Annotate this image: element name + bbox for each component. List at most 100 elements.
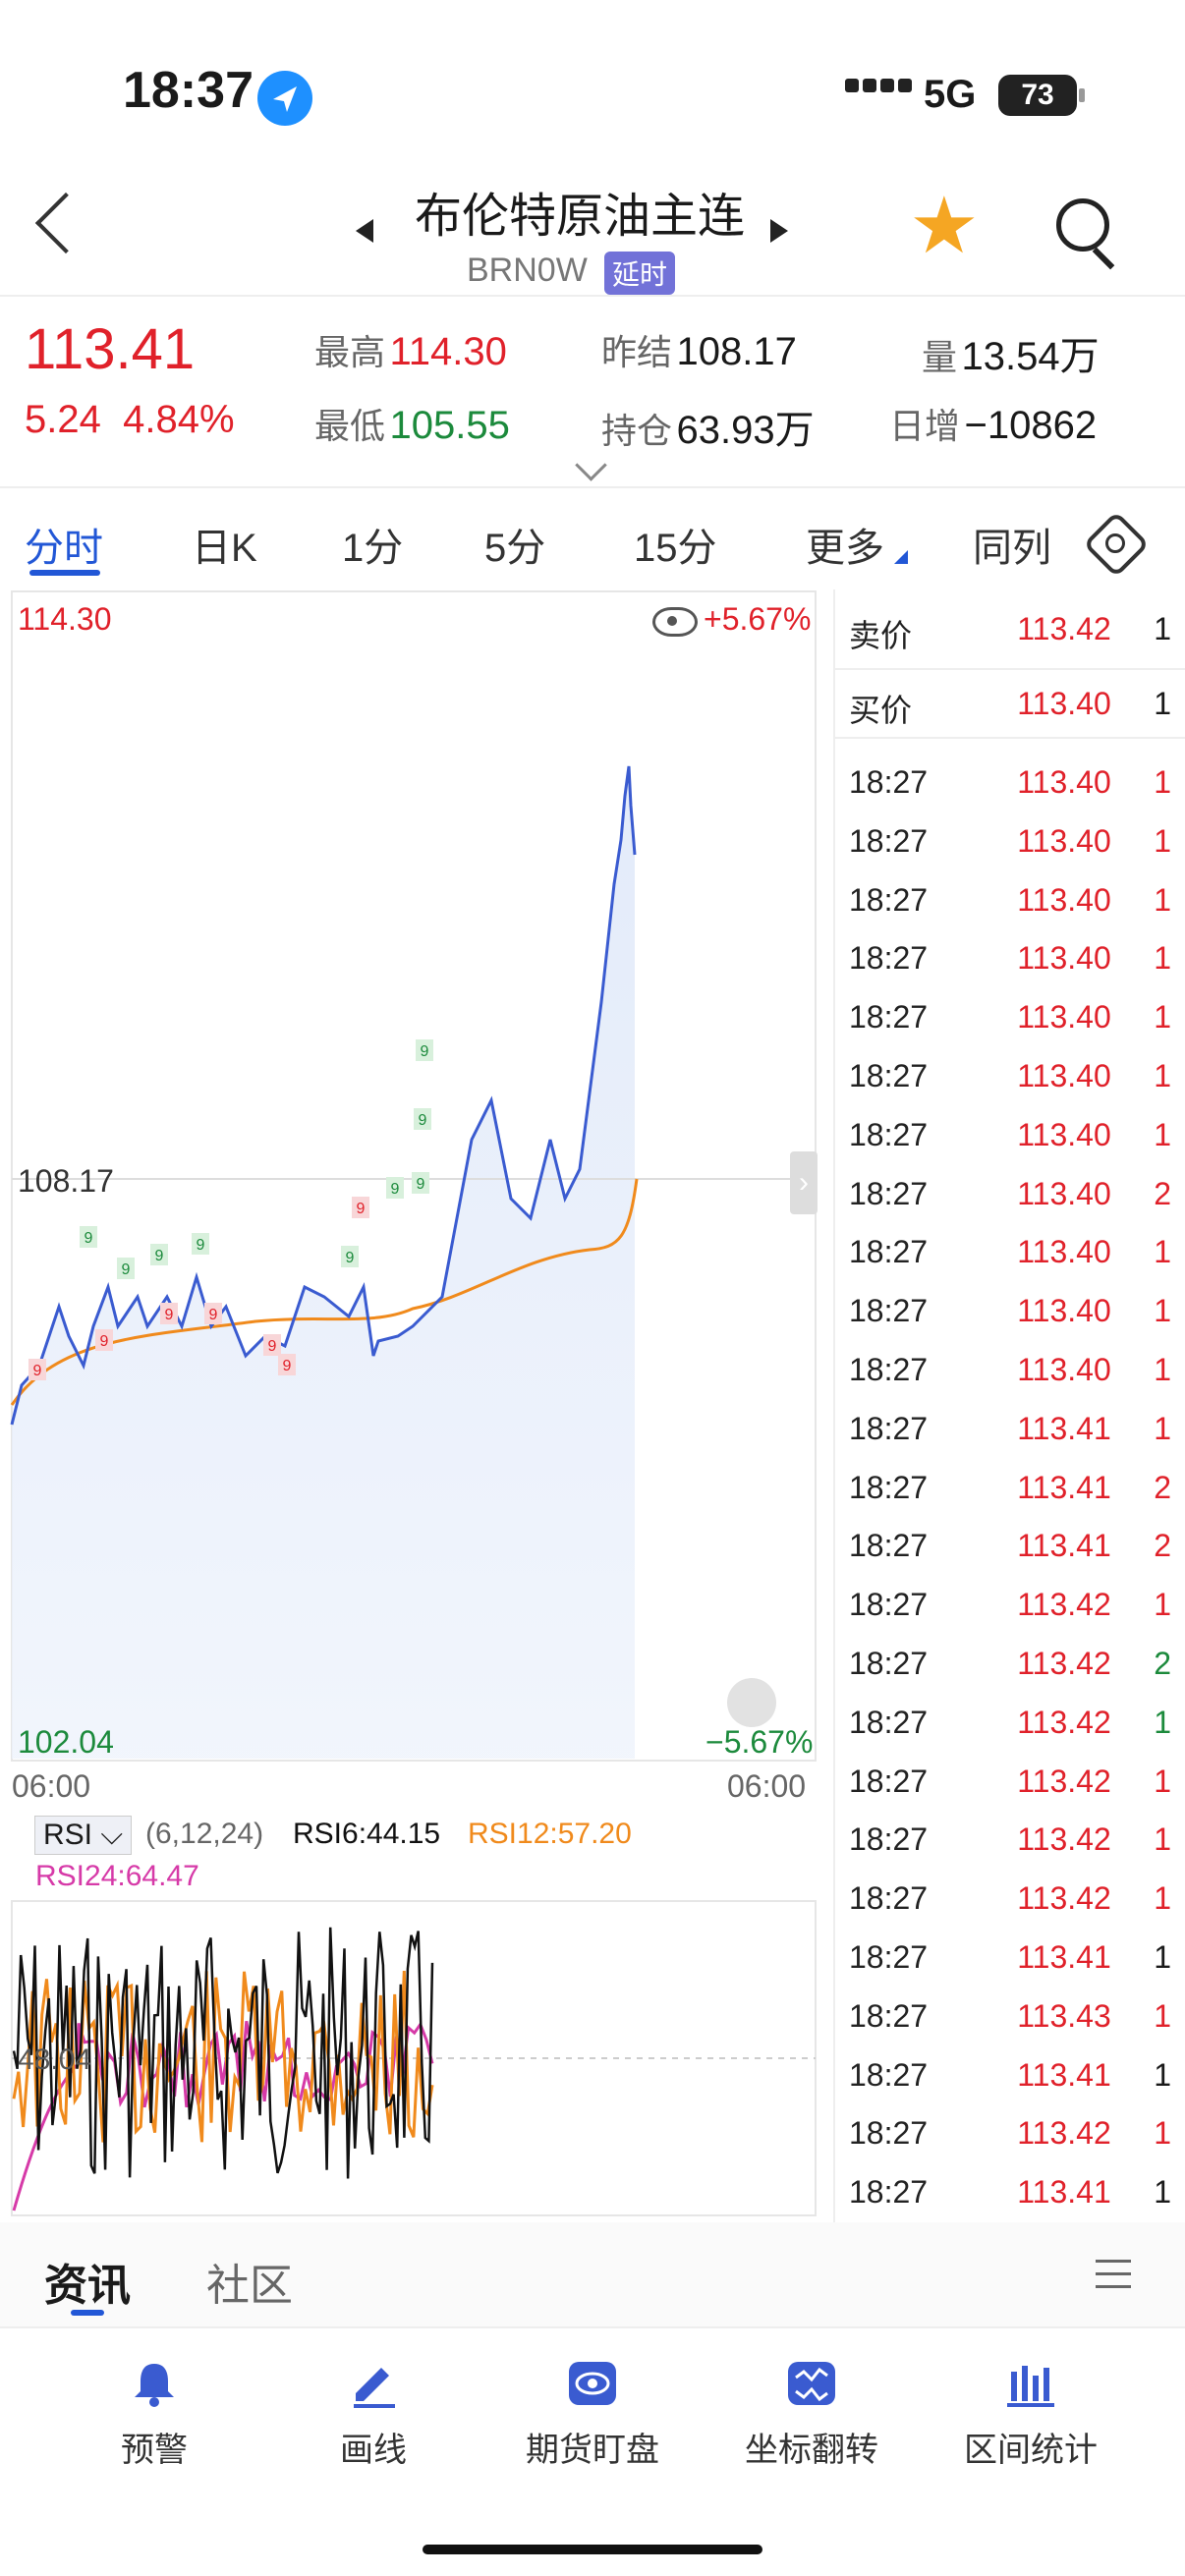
- range-stats-label: 区间统计: [964, 2432, 1098, 2469]
- trade-price: 113.40: [1017, 1175, 1111, 1211]
- ask-price: 113.42: [1017, 611, 1111, 646]
- alert-label: 预警: [121, 2432, 188, 2469]
- high-label: 最高: [314, 332, 386, 372]
- trade-volume: 1: [1154, 1763, 1171, 1799]
- fullscreen-button[interactable]: [727, 1678, 776, 1727]
- trade-volume: 1: [1154, 764, 1171, 800]
- chart-ref-price: 108.17: [18, 1163, 114, 1199]
- trade-time: 18:27: [849, 1880, 929, 1917]
- search-icon[interactable]: [1056, 198, 1109, 252]
- tab-same-list[interactable]: 同列: [973, 516, 1051, 573]
- trade-price: 113.40: [1017, 822, 1111, 859]
- trade-volume: 1: [1154, 940, 1171, 977]
- chart-pct-max: +5.67%: [704, 601, 812, 637]
- trade-volume: 1: [1154, 2174, 1171, 2211]
- change-value: 5.24: [25, 398, 101, 441]
- rsi24-value: RSI24:64.47: [35, 1860, 199, 1892]
- trade-price: 113.41: [1017, 1528, 1111, 1564]
- trade-time: 18:27: [849, 1587, 929, 1623]
- more-dropdown-icon: [894, 550, 908, 564]
- trade-volume: 1: [1154, 999, 1171, 1036]
- signal-marker-label: 9: [357, 1201, 366, 1217]
- trade-time: 18:27: [849, 1704, 929, 1740]
- prev-contract-button[interactable]: [356, 219, 373, 243]
- trade-price: 113.41: [1017, 2056, 1111, 2093]
- daily-inc-value: −10862: [964, 404, 1098, 447]
- trade-volume: 1: [1154, 1410, 1171, 1446]
- trade-price: 113.40: [1017, 1116, 1111, 1152]
- trade-price: 113.40: [1017, 1058, 1111, 1093]
- home-indicator[interactable]: [423, 2545, 762, 2554]
- signal-marker-label: 9: [100, 1333, 109, 1350]
- open-interest-value: 63.93万: [676, 409, 815, 452]
- toolbar-divider: [0, 2326, 1185, 2328]
- trade-volume: 1: [1154, 1058, 1171, 1093]
- trade-time: 18:27: [849, 881, 929, 918]
- draw-line-button[interactable]: 画线: [275, 2358, 472, 2471]
- next-contract-button[interactable]: [770, 219, 788, 243]
- tab-1min[interactable]: 1分: [342, 516, 403, 573]
- trade-volume: 1: [1154, 1293, 1171, 1329]
- cellular-signal-icon: [845, 79, 916, 97]
- trade-time: 18:27: [849, 1821, 929, 1858]
- trade-price: 113.41: [1017, 1469, 1111, 1505]
- signal-marker-label: 9: [421, 1043, 429, 1060]
- intraday-chart[interactable]: 99999999999999999: [0, 589, 833, 2222]
- trade-volume: 1: [1154, 1939, 1171, 1975]
- volume-stat: 量 13.54万: [922, 324, 1100, 381]
- tab-5min[interactable]: 5分: [484, 516, 545, 573]
- alert-button[interactable]: 预警: [56, 2358, 253, 2471]
- trade-time: 18:27: [849, 1997, 929, 2034]
- indicator-select[interactable]: RSI ⌵: [34, 1816, 133, 1855]
- trade-volume: 1: [1154, 822, 1171, 859]
- ask-label: 卖价: [849, 618, 913, 653]
- quote-divider: [0, 486, 1185, 488]
- trade-time: 18:27: [849, 1528, 929, 1564]
- trade-price: 113.41: [1017, 2174, 1111, 2211]
- trade-volume: 1: [1154, 1352, 1171, 1387]
- back-button[interactable]: [34, 192, 97, 254]
- tab-intraday[interactable]: 分时: [25, 516, 103, 573]
- favorite-star-icon[interactable]: ★: [909, 187, 980, 265]
- trade-time: 18:27: [849, 2174, 929, 2211]
- signal-marker-label: 9: [417, 1176, 425, 1193]
- trade-price: 113.42: [1017, 1646, 1111, 1681]
- tab-daily-k[interactable]: 日K: [192, 516, 257, 573]
- flip-axis-button[interactable]: 坐标翻转: [713, 2358, 910, 2471]
- trade-volume: 1: [1154, 2115, 1171, 2152]
- trade-volume: 1: [1154, 1880, 1171, 1917]
- side-panel-toggle[interactable]: ›: [790, 1151, 818, 1214]
- menu-icon[interactable]: [1096, 2260, 1131, 2298]
- futures-watch-button[interactable]: 期货盯盘: [494, 2358, 691, 2471]
- book-divider: [833, 589, 835, 2222]
- trade-price: 113.40: [1017, 1293, 1111, 1329]
- range-stats-button[interactable]: 区间统计: [932, 2358, 1129, 2471]
- status-time: 18:37: [123, 62, 254, 119]
- trade-price: 113.42: [1017, 2115, 1111, 2152]
- tab-news[interactable]: 资讯: [44, 2250, 131, 2313]
- bid-label: 买价: [849, 693, 913, 728]
- low-value: 105.55: [389, 404, 510, 447]
- trade-volume: 2: [1154, 1528, 1171, 1564]
- signal-marker-label: 9: [391, 1181, 400, 1198]
- delay-badge: 延时: [604, 252, 676, 295]
- trade-time: 18:27: [849, 1116, 929, 1152]
- trade-time: 18:27: [849, 1469, 929, 1505]
- trade-time: 18:27: [849, 2115, 929, 2152]
- tab-15min[interactable]: 15分: [634, 516, 717, 573]
- trade-price: 113.40: [1017, 940, 1111, 977]
- trade-time: 18:27: [849, 999, 929, 1036]
- trade-time: 18:27: [849, 1293, 929, 1329]
- signal-marker-label: 9: [85, 1230, 93, 1247]
- bell-icon: [129, 2358, 180, 2409]
- trade-volume: 2: [1154, 1469, 1171, 1505]
- tab-community[interactable]: 社区: [206, 2250, 293, 2313]
- trade-price: 113.41: [1017, 1939, 1111, 1975]
- last-price: 113.41: [25, 317, 196, 381]
- signal-marker-label: 9: [419, 1112, 427, 1129]
- rsi-ref-level: 48.04: [18, 2044, 92, 2076]
- contract-title: 布伦特原油主连: [414, 191, 745, 243]
- signal-marker-label: 9: [283, 1358, 292, 1374]
- signal-marker-label: 9: [268, 1338, 277, 1355]
- tab-more[interactable]: 更多: [806, 516, 884, 573]
